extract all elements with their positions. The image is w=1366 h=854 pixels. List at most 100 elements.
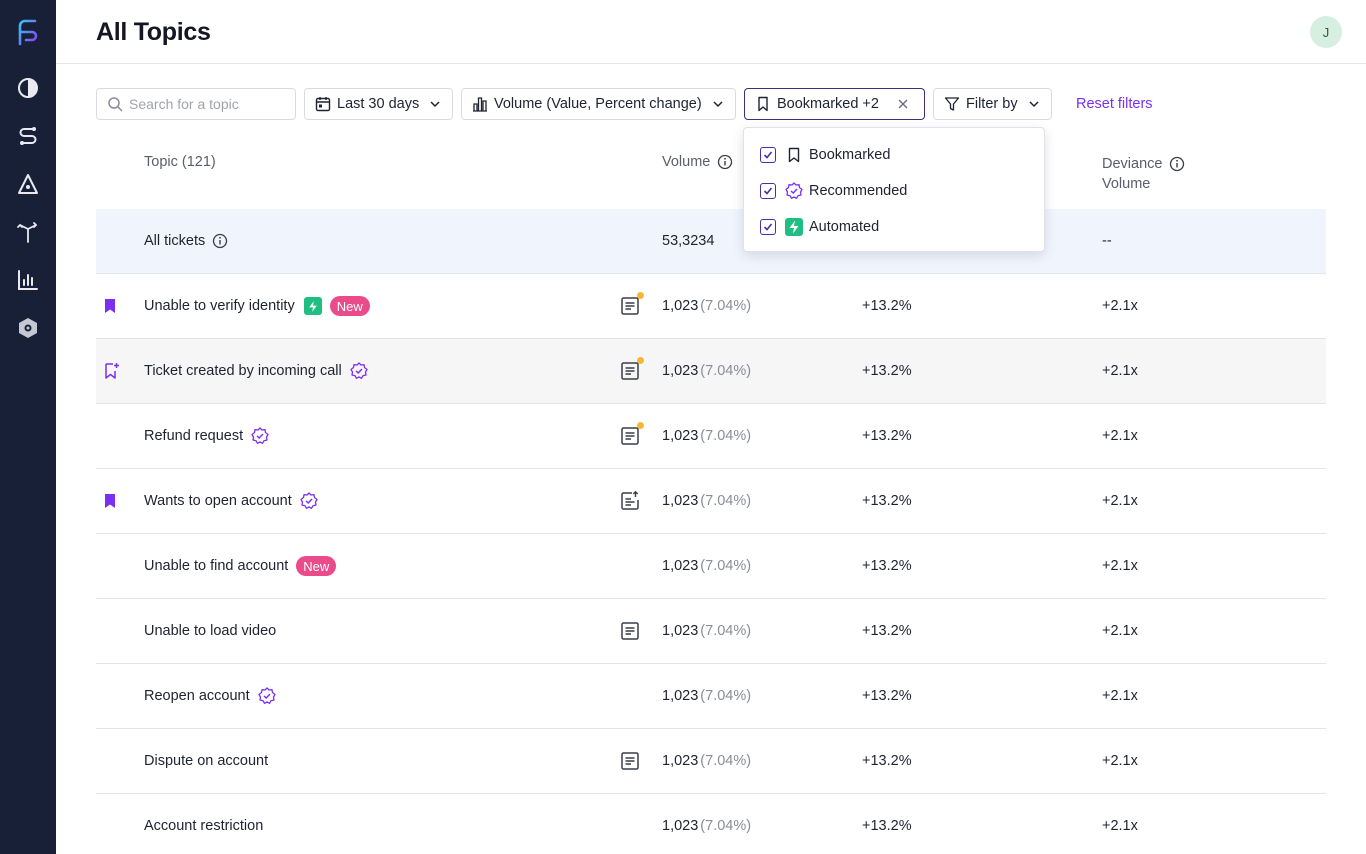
table-row[interactable]: Dispute on account 1,023 (7.04%) +13.2% +2.1… [96, 729, 1326, 794]
bookmark-filled-icon[interactable] [104, 274, 120, 338]
topic-name[interactable]: Wants to open account [144, 493, 292, 509]
notification-dot [637, 422, 644, 429]
document-icon[interactable] [620, 404, 644, 468]
lightning-icon [785, 218, 803, 236]
volume-cell: 1,023 (7.04%) [662, 599, 751, 663]
volume-value: 1,023 [662, 363, 699, 379]
recommended-badge-icon [257, 687, 276, 705]
bar-chart-icon [472, 96, 488, 112]
metric-select[interactable]: Volume (Value, Percent change) [461, 88, 736, 120]
volume-cell: 1,023 (7.04%) [662, 534, 751, 598]
volume-cell: 1,023 (7.04%) [662, 469, 751, 533]
topic-cell: Ticket created by incoming call [144, 339, 368, 403]
topic-name[interactable]: Unable to find account [144, 558, 288, 574]
dropdown-option-recommended[interactable]: Recommended [760, 179, 907, 203]
deviance-value: +2.1x [1102, 363, 1138, 379]
change-value: +13.2% [862, 493, 912, 509]
filter-by-select[interactable]: Filter by [933, 88, 1052, 120]
topic-cell: Refund request [144, 404, 269, 468]
change-value: +13.2% [862, 428, 912, 444]
volume-cell: 1,023 (7.04%) [662, 664, 751, 728]
volume-cell: 1,023 (7.04%) [662, 274, 751, 338]
change-value: +13.2% [862, 363, 912, 379]
document-icon[interactable] [620, 599, 642, 663]
date-range-label: Last 30 days [337, 96, 420, 112]
page-header: All Topics J [56, 0, 1366, 64]
app-logo-icon[interactable] [16, 18, 40, 46]
column-header-label: Deviance [1102, 156, 1163, 172]
deviance-value: +2.1x [1102, 558, 1138, 574]
volume-value: 1,023 [662, 298, 699, 314]
info-icon[interactable] [212, 233, 228, 249]
checkbox-checked-icon[interactable] [760, 147, 776, 163]
dropdown-option-label: Bookmarked [809, 147, 891, 163]
checkbox-checked-icon[interactable] [760, 219, 776, 235]
document-icon[interactable] [620, 339, 644, 403]
deviance-value: +2.1x [1102, 428, 1138, 444]
column-header-volume[interactable]: Volume [662, 154, 733, 170]
topic-cell: Unable to find account New [144, 534, 337, 598]
split-arrows-icon[interactable] [16, 220, 40, 244]
info-icon[interactable] [1169, 156, 1185, 172]
topic-name[interactable]: Refund request [144, 428, 243, 444]
topic-name[interactable]: Ticket created by incoming call [144, 363, 342, 379]
avatar[interactable]: J [1310, 16, 1342, 48]
table-row[interactable]: Unable to find account New 1,023 (7.04%) +13… [96, 534, 1326, 599]
half-circle-icon[interactable] [16, 76, 40, 100]
topic-name[interactable]: Dispute on account [144, 753, 268, 769]
close-icon[interactable] [897, 98, 909, 110]
date-range-select[interactable]: Last 30 days [304, 88, 453, 120]
triangle-icon[interactable] [16, 172, 40, 196]
info-icon[interactable] [717, 154, 733, 170]
column-header-topic[interactable]: Topic (121) [144, 154, 216, 170]
notification-dot [637, 292, 644, 299]
volume-percent: (7.04%) [700, 818, 752, 834]
document-icon[interactable] [620, 729, 642, 793]
volume-cell: 1,023 (7.04%) [662, 404, 751, 468]
filter-icon [944, 96, 960, 112]
volume-cell: 1,023 (7.04%) [662, 794, 751, 854]
change-value: +13.2% [862, 688, 912, 704]
table-row[interactable]: Reopen account 1,023 (7.04%) +13.2% +2.1x [96, 664, 1326, 729]
table-row[interactable]: Ticket created by incoming call 1,023 (7.0… [96, 339, 1326, 404]
table-row[interactable]: Unable to verify identity New 1,023 (7.04%)… [96, 274, 1326, 339]
bookmark-filter-dropdown: Bookmarked Recommended Automated [743, 127, 1045, 252]
chevron-down-icon [429, 98, 441, 110]
topic-cell: Account restriction [144, 794, 263, 854]
topic-name[interactable]: Reopen account [144, 688, 250, 704]
table-row[interactable]: Wants to open account 1,023 (7.04%) +13.2% +… [96, 469, 1326, 534]
dropdown-option-automated[interactable]: Automated [760, 215, 879, 239]
volume-value: 1,023 [662, 688, 699, 704]
topic-name[interactable]: Account restriction [144, 818, 263, 834]
document-icon[interactable] [620, 274, 644, 338]
change-value: +13.2% [862, 818, 912, 834]
volume-value: 1,023 [662, 623, 699, 639]
topic-name[interactable]: Unable to load video [144, 623, 276, 639]
hexagon-settings-icon[interactable] [16, 316, 40, 340]
column-header-deviance[interactable]: Deviance Volume [1102, 154, 1185, 194]
bookmark-filled-icon[interactable] [104, 469, 120, 533]
topic-name[interactable]: Unable to verify identity [144, 298, 295, 314]
table-row[interactable]: Account restriction 1,023 (7.04%) +13.2% +2.… [96, 794, 1326, 854]
deviance-value: +2.1x [1102, 623, 1138, 639]
document-export-icon[interactable] [620, 469, 642, 533]
volume-value: 53,3234 [662, 233, 715, 249]
bar-chart-icon[interactable] [16, 268, 40, 292]
all-tickets-row[interactable]: All tickets 53,3234 -- [96, 209, 1326, 274]
checkbox-checked-icon[interactable] [760, 183, 776, 199]
bookmark-filter-select[interactable]: Bookmarked +2 [744, 88, 925, 120]
search-input[interactable] [129, 96, 279, 112]
volume-value: 1,023 [662, 818, 699, 834]
table-row[interactable]: Refund request 1,023 (7.04%) +13.2% +2.1x [96, 404, 1326, 469]
topic-cell: All tickets [144, 209, 228, 273]
reset-filters-link[interactable]: Reset filters [1076, 96, 1153, 112]
column-header-label: Volume [1102, 176, 1151, 192]
flow-icon[interactable] [16, 124, 40, 148]
dropdown-option-bookmarked[interactable]: Bookmarked [760, 143, 890, 167]
bookmark-add-icon[interactable] [104, 339, 120, 403]
chevron-down-icon [1028, 98, 1040, 110]
recommended-badge-icon [785, 182, 803, 200]
search-box [96, 88, 296, 120]
sidebar [0, 0, 56, 854]
table-row[interactable]: Unable to load video 1,023 (7.04%) +13.2% +2… [96, 599, 1326, 664]
